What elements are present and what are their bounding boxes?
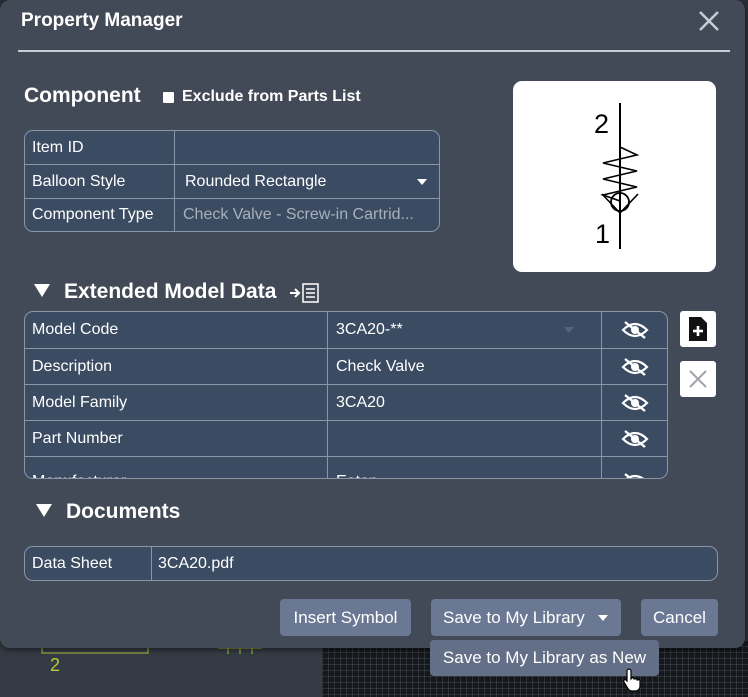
component-row-item-id: Item ID: [25, 131, 439, 164]
documents-heading: Documents: [66, 500, 181, 523]
item-id-field[interactable]: [174, 131, 439, 164]
file-plus-icon: [689, 317, 707, 341]
exclude-label: Exclude from Parts List: [182, 88, 361, 105]
extended-row-manufacturer: Manufacturer Eaton: [25, 456, 667, 478]
canvas-label: 2: [50, 655, 61, 675]
close-icon: [689, 370, 707, 388]
eye-off-icon: [620, 357, 649, 376]
balloon-style-select[interactable]: Rounded Rectangle: [174, 165, 439, 198]
collapse-triangle-icon: [34, 283, 50, 297]
row-label: Item ID: [32, 138, 84, 156]
remove-row-button[interactable]: [680, 361, 716, 397]
import-list-icon: [290, 283, 319, 303]
chevron-down-icon: [564, 327, 574, 333]
row-label: Description: [32, 357, 113, 375]
row-label: Manufacturer: [25, 457, 327, 478]
manufacturer-field[interactable]: Eaton: [327, 457, 601, 478]
symbol-port-bottom: 1: [595, 219, 610, 249]
title-divider: [18, 50, 730, 52]
row-label: Part Number: [32, 429, 123, 447]
visibility-toggle[interactable]: [601, 385, 667, 420]
save-to-library-button[interactable]: Save to My Library: [431, 599, 621, 636]
model-code-select[interactable]: 3CA20-**: [327, 312, 601, 348]
eye-off-icon: [620, 321, 649, 339]
symbol-preview: 2 1: [513, 81, 716, 272]
component-grid: Item ID Balloon Style Rounded Rectangle …: [24, 130, 440, 232]
collapse-triangle-icon: [36, 503, 52, 517]
visibility-toggle[interactable]: [601, 457, 667, 478]
extended-row-model-code: Model Code 3CA20-**: [25, 312, 667, 348]
extended-heading: Extended Model Data: [64, 280, 277, 303]
extended-model-data-header[interactable]: Extended Model Data: [34, 280, 276, 304]
eye-off-icon: [620, 429, 649, 448]
documents-header[interactable]: Documents: [36, 500, 180, 524]
canvas-sketch: [41, 640, 262, 654]
extended-model-grid: Model Code 3CA20-** Description Check Va…: [24, 311, 668, 479]
component-heading: Component: [24, 84, 141, 107]
import-data-button[interactable]: [289, 282, 321, 304]
eye-off-icon: [620, 393, 649, 412]
row-label: Model Code: [32, 321, 119, 338]
model-family-field[interactable]: 3CA20: [327, 385, 601, 420]
documents-grid: Data Sheet 3CA20.pdf: [24, 546, 718, 581]
visibility-toggle[interactable]: [601, 349, 667, 384]
row-label: Data Sheet: [32, 554, 113, 572]
dialog-title: Property Manager: [21, 10, 183, 31]
exclude-from-parts-list-checkbox[interactable]: Exclude from Parts List: [163, 88, 361, 106]
checkbox-box[interactable]: [163, 91, 174, 103]
row-label: Model Family: [32, 393, 128, 411]
check-valve-symbol-icon: 2 1: [594, 103, 640, 249]
save-to-library-label: Save to My Library: [443, 607, 585, 627]
property-manager-dialog: Property Manager Component Exclude from …: [0, 0, 745, 648]
component-type-value: Check Valve - Screw-in Cartrid...: [174, 199, 439, 231]
data-sheet-link[interactable]: 3CA20.pdf: [151, 547, 717, 580]
row-label: Component Type: [32, 206, 154, 223]
visibility-toggle[interactable]: [601, 421, 667, 456]
insert-symbol-button[interactable]: Insert Symbol: [280, 599, 411, 636]
row-label: Balloon Style: [32, 172, 126, 190]
extended-row-model-family: Model Family 3CA20: [25, 384, 667, 420]
symbol-port-top: 2: [594, 109, 609, 139]
add-document-button[interactable]: [680, 311, 716, 347]
chevron-down-icon: [598, 615, 608, 621]
hand-cursor-icon: [623, 668, 641, 692]
eye-off-icon: [623, 473, 644, 478]
description-field[interactable]: Check Valve: [327, 349, 601, 384]
extended-row-description: Description Check Valve: [25, 348, 667, 384]
cancel-button[interactable]: Cancel: [641, 599, 718, 636]
component-row-component-type: Component Type Check Valve - Screw-in Ca…: [25, 198, 439, 231]
chevron-down-icon: [417, 179, 427, 185]
close-icon: [699, 11, 719, 31]
component-row-balloon-style: Balloon Style Rounded Rectangle: [25, 164, 439, 198]
documents-row-data-sheet: Data Sheet 3CA20.pdf: [25, 547, 717, 580]
visibility-toggle[interactable]: [601, 312, 667, 348]
part-number-field[interactable]: [327, 421, 601, 456]
extended-row-part-number: Part Number: [25, 420, 667, 456]
close-button[interactable]: [697, 9, 721, 33]
